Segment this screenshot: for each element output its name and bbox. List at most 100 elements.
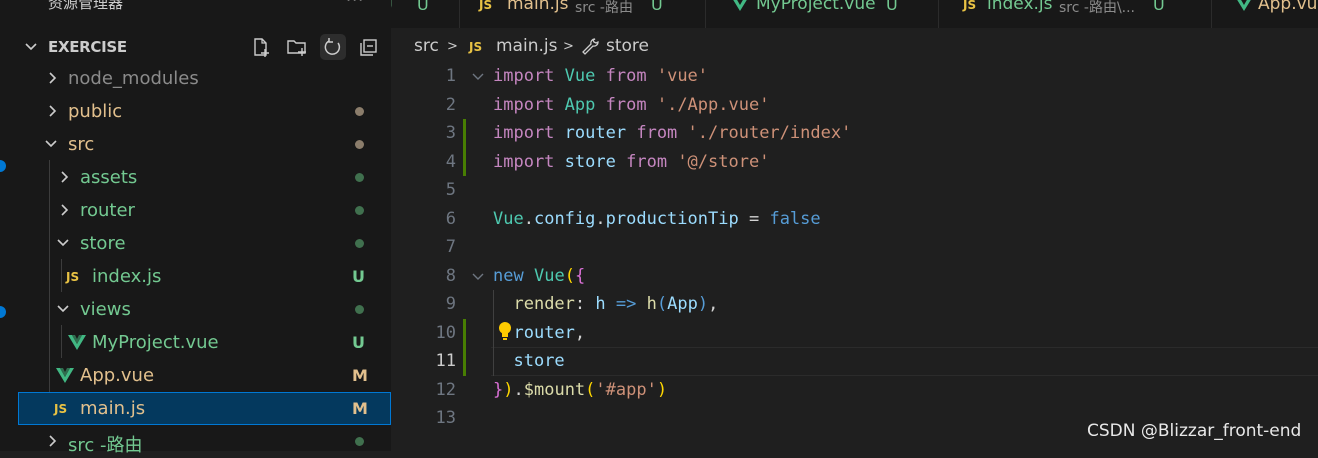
chevron-down-icon (57, 305, 69, 313)
tab-main-js[interactable]: JS main.js src -路由 U (459, 0, 706, 28)
fold-chevron-icon[interactable] (471, 70, 485, 84)
tree-item-label: index.js (92, 266, 162, 287)
untracked-dot-icon (355, 206, 364, 215)
tree-item-label: node_modules (68, 68, 199, 89)
collapse-folders-button[interactable] (356, 34, 382, 60)
line-number: 13 (435, 408, 456, 428)
js-file-icon: JS (66, 270, 80, 284)
collapse-all-icon (360, 39, 377, 56)
tree-item-myproject-vue[interactable]: MyProject.vue U (18, 326, 391, 359)
fold-chevron-icon[interactable] (471, 270, 485, 284)
chevron-right-icon (49, 72, 57, 84)
line-number: 6 (445, 209, 456, 229)
tree-item-src-routing[interactable]: src -路由 (18, 425, 391, 458)
workspace-section-header[interactable]: EXERCISE (18, 30, 391, 62)
code-line-4[interactable]: import store from '@/store' (493, 148, 769, 177)
tree-item-main-js[interactable]: JS main.js M (18, 392, 391, 425)
tab-previous-file[interactable]: U U (391, 0, 460, 28)
line-number: 3 (445, 123, 456, 143)
code-line-9[interactable]: render: h => h(App), (493, 290, 718, 319)
tab-status: U (417, 0, 429, 14)
tree-item-src[interactable]: src (18, 128, 391, 161)
chevron-right-icon (49, 105, 57, 117)
line-number: 4 (445, 152, 456, 172)
refresh-explorer-button[interactable] (320, 34, 346, 60)
new-file-button[interactable] (248, 34, 274, 60)
code-line-2[interactable]: import App from './App.vue' (493, 91, 769, 120)
explorer-sidebar: 资源管理器 ··· EXERCISE node_modules public s… (18, 0, 391, 456)
chevron-right-icon (61, 204, 69, 216)
tree-item-label: src -路由 (68, 435, 143, 456)
chevron-right-icon (61, 171, 69, 183)
watermark: CSDN @Blizzar_front-end (1087, 421, 1302, 441)
breadcrumb-symbol[interactable]: store (606, 36, 649, 56)
notification-dot-icon (0, 306, 6, 318)
line-number: 1 (445, 66, 456, 86)
line-number: 12 (435, 380, 456, 400)
code-editor: U U JS main.js src -路由 U MyProject.vue U… (391, 0, 1318, 451)
code-line-11[interactable]: store (493, 347, 564, 376)
tree-item-assets[interactable]: assets (18, 161, 391, 194)
code-line-1[interactable]: import Vue from 'vue' (493, 62, 708, 91)
breadcrumb-file[interactable]: main.js (496, 36, 557, 56)
untracked-dot-icon (355, 173, 364, 182)
tab-label: index.js (987, 0, 1053, 14)
chevron-down-icon (25, 43, 37, 51)
activity-bar (0, 0, 18, 451)
code-line-6[interactable]: Vue.config.productionTip = false (493, 205, 821, 234)
tree-item-public[interactable]: public (18, 95, 391, 128)
js-file-icon: JS (963, 0, 977, 12)
tree-item-store[interactable]: store (18, 227, 391, 260)
new-folder-button[interactable] (284, 34, 310, 60)
git-status-badge: U (352, 267, 365, 286)
tree-item-label: assets (80, 167, 138, 188)
tree-item-label: src (68, 134, 95, 155)
wrench-icon (582, 38, 599, 55)
code-line-12[interactable]: }).$mount('#app') (493, 376, 667, 405)
vue-file-icon (733, 0, 747, 11)
new-file-icon (254, 38, 269, 57)
tree-item-label: App.vue (80, 365, 155, 386)
chevron-right-icon (49, 435, 57, 447)
untracked-dot-icon (355, 305, 364, 314)
js-file-icon: JS (479, 0, 493, 12)
code-line-3[interactable]: import router from './router/index' (493, 119, 851, 148)
untracked-dot-icon (355, 437, 364, 446)
git-status-badge: M (352, 399, 368, 418)
refresh-icon (324, 38, 341, 55)
line-number: 8 (445, 266, 456, 286)
line-number: 5 (445, 180, 456, 200)
more-actions-button[interactable]: ··· (346, 0, 364, 9)
tab-status: U (886, 0, 898, 14)
tree-item-node-modules[interactable]: node_modules (18, 62, 391, 95)
tree-item-label: router (80, 200, 135, 221)
tree-item-store-index-js[interactable]: JS index.js U (18, 260, 391, 293)
chevron-down-icon (45, 140, 57, 148)
code-line-8[interactable]: new Vue({ (493, 262, 585, 291)
modified-dot-icon (355, 107, 364, 116)
tree-item-router[interactable]: router (18, 194, 391, 227)
line-number: 10 (435, 323, 456, 343)
git-change-marker[interactable] (463, 119, 466, 176)
line-number: 2 (445, 95, 456, 115)
breadcrumb-separator: > (563, 39, 574, 54)
breadcrumb-folder[interactable]: src (414, 36, 439, 56)
js-file-icon: JS (54, 402, 68, 416)
tab-status: U (1153, 0, 1165, 14)
tab-label: App.vu (1258, 0, 1318, 14)
tab-description: src -路由 (575, 0, 633, 16)
tab-myproject-vue[interactable]: MyProject.vue U (706, 0, 939, 28)
tab-app-vue[interactable]: App.vu (1212, 0, 1318, 28)
vue-file-icon (68, 335, 86, 350)
tree-item-views[interactable]: views (18, 293, 391, 326)
js-file-icon: JS (469, 40, 483, 54)
breadcrumb-separator: > (447, 39, 458, 54)
tab-status: U (391, 0, 393, 14)
git-change-marker[interactable] (463, 319, 466, 376)
line-number: 7 (445, 237, 456, 257)
tab-index-js[interactable]: JS index.js src -路由\... U (939, 0, 1212, 28)
tree-item-app-vue[interactable]: App.vue M (18, 359, 391, 392)
tree-item-label: main.js (80, 398, 146, 419)
lightbulb-icon[interactable] (497, 321, 513, 343)
workspace-name: EXERCISE (48, 38, 127, 56)
